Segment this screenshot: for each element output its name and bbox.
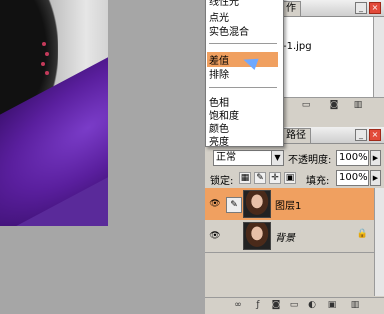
lock-icon: 🔒 xyxy=(356,229,368,239)
minimize-icon[interactable]: _ xyxy=(355,2,367,14)
menu-item-linear-light[interactable]: 线性光 xyxy=(209,0,239,8)
adjustment-layer-icon[interactable]: ◐ xyxy=(307,300,317,310)
fill-label: 填充: xyxy=(306,176,330,187)
new-layer-icon[interactable]: ▣ xyxy=(327,300,337,310)
camera-icon[interactable]: ◙ xyxy=(329,100,339,110)
history-item[interactable]: -1.jpg xyxy=(283,41,312,52)
earring xyxy=(42,42,46,46)
menu-item-pin-light[interactable]: 点光 xyxy=(209,9,229,24)
menu-item-hard-mix[interactable]: 实色混合 xyxy=(209,23,249,38)
chevron-down-icon[interactable]: ▼ xyxy=(271,151,283,165)
link-slot[interactable] xyxy=(226,229,242,245)
blend-mode-select[interactable]: 正常 ▼ xyxy=(213,150,284,166)
new-group-icon[interactable]: ▭ xyxy=(289,300,299,310)
layer-style-icon[interactable]: ƒ xyxy=(253,300,263,310)
layer-row[interactable]: 👁 背景 🔒 xyxy=(205,220,374,253)
layer-thumbnail xyxy=(243,222,271,250)
earring xyxy=(41,62,45,66)
layers-scrollbar[interactable] xyxy=(374,188,384,296)
eye-icon[interactable]: 👁 xyxy=(208,230,222,242)
minimize-icon[interactable]: _ xyxy=(355,129,367,141)
history-scrollbar[interactable] xyxy=(373,17,384,97)
menu-item-exclusion[interactable]: 排除 xyxy=(209,66,229,81)
close-icon[interactable]: × xyxy=(369,129,381,141)
earring xyxy=(45,52,49,56)
lock-transparent-icon[interactable]: ▦ xyxy=(239,172,251,184)
lock-all-icon[interactable]: ▣ xyxy=(284,172,296,184)
close-icon[interactable]: × xyxy=(369,2,381,14)
layer-name: 图层1 xyxy=(275,201,302,212)
menu-separator xyxy=(209,87,277,88)
layer-mask-icon[interactable]: ◙ xyxy=(271,300,281,310)
lock-brush-icon[interactable]: ✎ xyxy=(254,172,266,184)
trash-icon[interactable]: ▥ xyxy=(350,300,360,310)
snapshot-icon[interactable]: ▭ xyxy=(301,100,311,110)
layer-row[interactable]: 👁 ✎ 图层1 xyxy=(205,188,374,221)
layer-name: 背景 xyxy=(275,233,295,244)
opacity-label: 不透明度: xyxy=(288,155,332,166)
earring xyxy=(45,71,49,75)
layer-thumbnail xyxy=(243,190,271,218)
menu-item-luminosity[interactable]: 亮度 xyxy=(209,133,229,148)
opacity-field[interactable]: 100% xyxy=(336,150,369,166)
trash-icon[interactable]: ▥ xyxy=(353,100,363,110)
layers-toolbar: ∞ ƒ ◙ ▭ ◐ ▣ ▥ xyxy=(205,297,384,314)
menu-separator xyxy=(209,43,277,44)
opacity-dropdown-icon[interactable]: ▶ xyxy=(370,150,381,166)
blend-mode-menu: 线性光 点光 实色混合 差值 排除 色相 饱和度 颜色 亮度 xyxy=(205,0,284,148)
fill-field[interactable]: 100% xyxy=(336,170,369,186)
document-canvas[interactable] xyxy=(0,0,108,226)
tab-paths[interactable]: 路径 xyxy=(281,128,311,143)
link-layers-icon[interactable]: ∞ xyxy=(233,300,243,310)
lock-move-icon[interactable]: ✛ xyxy=(269,172,281,184)
fill-dropdown-icon[interactable]: ▶ xyxy=(370,170,381,186)
lock-label: 锁定: xyxy=(210,176,234,187)
blend-mode-value: 正常 xyxy=(216,152,236,163)
eye-icon[interactable]: 👁 xyxy=(208,198,222,210)
brush-icon[interactable]: ✎ xyxy=(226,197,242,213)
tab-history[interactable]: 作 xyxy=(281,1,301,16)
